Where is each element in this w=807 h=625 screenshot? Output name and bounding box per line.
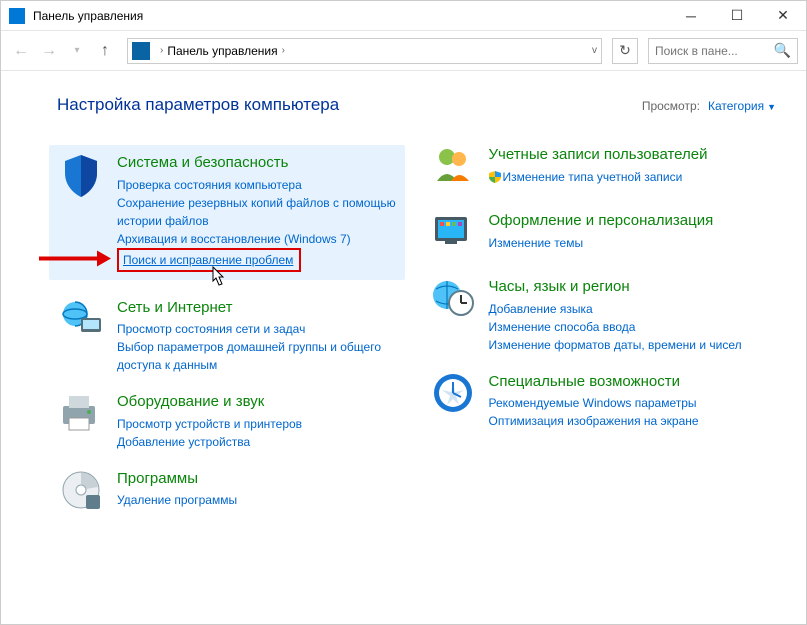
category-title[interactable]: Учетные записи пользователей [489,145,777,165]
chevron-down-icon: ▼ [767,102,776,112]
search-icon[interactable]: 🔍 [774,42,791,59]
cursor-icon [209,266,227,293]
forward-button[interactable]: → [37,39,61,63]
category-title[interactable]: Оборудование и звук [117,392,405,412]
recent-dropdown[interactable]: ▾ [65,39,89,63]
red-arrow-annotation [39,248,111,271]
chevron-right-icon: › [282,45,285,56]
category-clock-region: Часы, язык и регион Добавление языка Изм… [429,277,777,354]
view-dropdown[interactable]: Категория▼ [708,99,776,113]
highlighted-link-box: Поиск и исправление проблем [117,248,301,272]
content-header: Настройка параметров компьютера Просмотр… [57,95,776,115]
toolbar: ← → ▾ ↑ › Панель управления › v ↻ 🔍 [1,31,806,71]
category-link[interactable]: Изменение форматов даты, времени и чисел [489,336,777,354]
category-title[interactable]: Часы, язык и регион [489,277,777,297]
category-link[interactable]: Рекомендуемые Windows параметры [489,394,777,412]
category-accessibility: Специальные возможности Рекомендуемые Wi… [429,372,777,431]
category-title[interactable]: Сеть и Интернет [117,298,405,318]
view-value: Категория [708,99,764,113]
minimize-button[interactable]: ─ [668,1,714,31]
category-hardware: Оборудование и звук Просмотр устройств и… [57,392,405,451]
category-link[interactable]: Просмотр состояния сети и задач [117,320,405,338]
category-link[interactable]: Изменение типа учетной записи [489,168,777,186]
category-link[interactable]: Изменение темы [489,234,777,252]
category-link[interactable]: Проверка состояния компьютера [117,176,397,194]
category-title[interactable]: Программы [117,469,405,489]
search-box[interactable]: 🔍 [648,38,798,64]
category-title[interactable]: Оформление и персонализация [489,211,777,231]
window-title: Панель управления [33,9,668,23]
users-icon [429,145,477,193]
category-link[interactable]: Удаление программы [117,491,405,509]
category-link[interactable]: Добавление языка [489,300,777,318]
address-bar[interactable]: › Панель управления › v [127,38,602,64]
up-button[interactable]: ↑ [93,39,117,63]
ease-of-access-icon [429,372,477,420]
maximize-button[interactable]: ☐ [714,1,760,31]
clock-globe-icon [429,277,477,325]
view-label: Просмотр: [642,99,700,113]
control-panel-breadcrumb-icon [132,42,150,60]
category-link[interactable]: Выбор параметров домашней группы и общег… [117,338,405,374]
personalization-icon [429,211,477,259]
titlebar: Панель управления ─ ☐ ✕ [1,1,806,31]
category-link[interactable]: Оптимизация изображения на экране [489,412,777,430]
printer-icon [57,392,105,440]
control-panel-icon [9,8,25,24]
chevron-right-icon: › [160,45,163,56]
close-button[interactable]: ✕ [760,1,806,31]
category-link[interactable]: Изменение способа ввода [489,318,777,336]
category-system-security: Система и безопасность Проверка состояни… [49,145,405,280]
category-title[interactable]: Специальные возможности [489,372,777,392]
back-button[interactable]: ← [9,39,33,63]
uac-shield-icon [489,171,501,183]
category-accounts: Учетные записи пользователей Изменение т… [429,145,777,193]
disc-icon [57,469,105,517]
left-column: Система и безопасность Проверка состояни… [57,145,405,535]
category-link[interactable]: Сохранение резервных копий файлов с помо… [117,194,397,230]
network-icon [57,298,105,346]
address-dropdown-icon[interactable]: v [592,45,597,56]
page-heading: Настройка параметров компьютера [57,95,642,115]
shield-icon [57,153,105,201]
category-link[interactable]: Архивация и восстановление (Windows 7) [117,230,397,248]
category-network: Сеть и Интернет Просмотр состояния сети … [57,298,405,375]
refresh-button[interactable]: ↻ [612,38,638,64]
content-area: Настройка параметров компьютера Просмотр… [1,71,806,555]
right-column: Учетные записи пользователей Изменение т… [429,145,777,535]
category-link[interactable]: Добавление устройства [117,433,405,451]
category-appearance: Оформление и персонализация Изменение те… [429,211,777,259]
search-input[interactable] [655,44,770,58]
breadcrumb-root[interactable]: Панель управления [167,44,277,58]
category-title[interactable]: Система и безопасность [117,153,397,173]
category-programs: Программы Удаление программы [57,469,405,517]
category-link[interactable]: Просмотр устройств и принтеров [117,415,405,433]
